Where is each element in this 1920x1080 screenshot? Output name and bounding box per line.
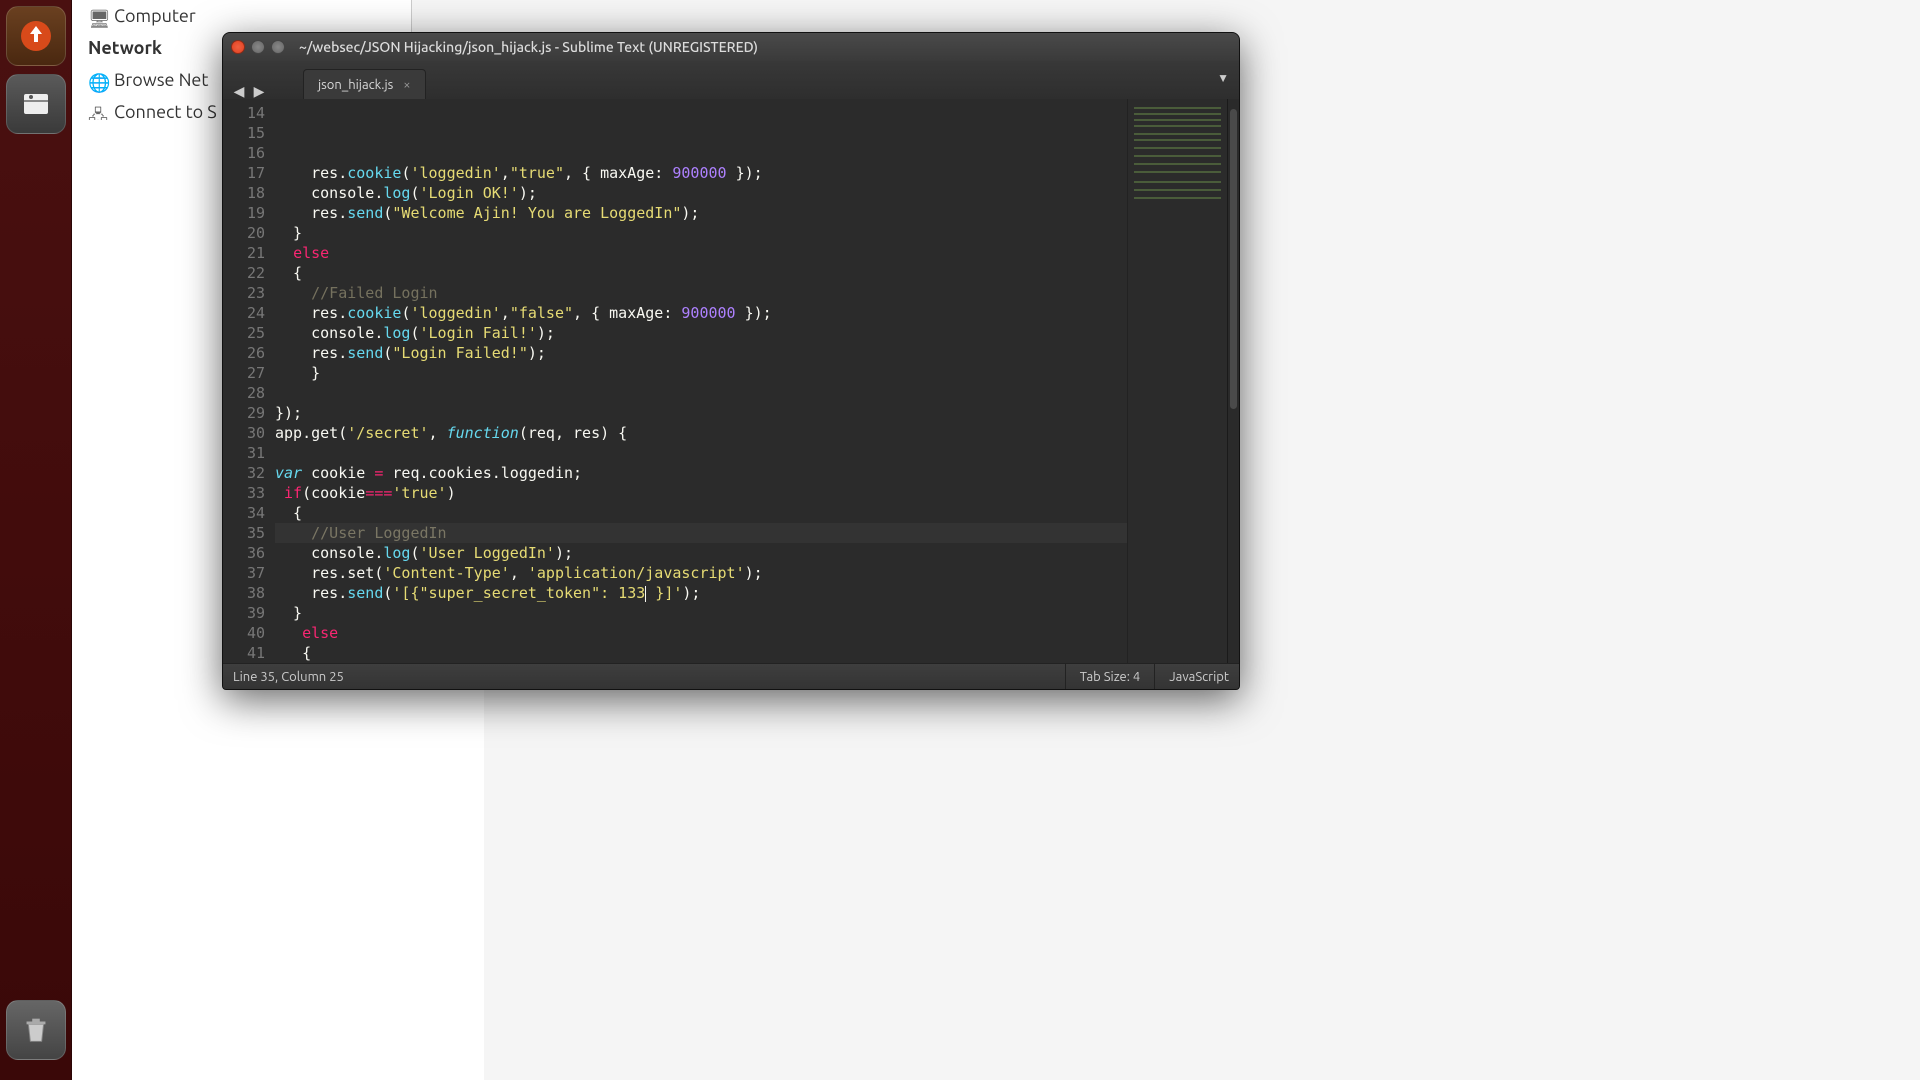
- tab-bar: ◀ ▶ json_hijack.js × ▼: [223, 61, 1239, 99]
- computer-icon: 🖥: [88, 9, 106, 23]
- minimize-icon[interactable]: [251, 40, 265, 54]
- close-icon[interactable]: [231, 40, 245, 54]
- editor-body: 1415161718192021222324252627282930313233…: [223, 99, 1239, 663]
- tab-menu-icon[interactable]: ▼: [1217, 71, 1229, 85]
- fm-label: Connect to S: [114, 102, 217, 122]
- launcher-software-updater-icon[interactable]: [6, 6, 66, 66]
- code-area[interactable]: res.cookie('loggedin',"true", { maxAge: …: [275, 99, 1127, 663]
- status-tabsize[interactable]: Tab Size: 4: [1080, 670, 1141, 684]
- launcher-files-icon[interactable]: [6, 74, 66, 134]
- status-position[interactable]: Line 35, Column 25: [233, 670, 1051, 684]
- vertical-scrollbar[interactable]: [1227, 99, 1239, 663]
- window-title: ~/websec/JSON Hijacking/json_hijack.js -…: [299, 39, 758, 55]
- launcher-trash-icon[interactable]: [6, 1000, 66, 1060]
- server-icon: 🖧: [88, 105, 106, 119]
- fm-label: Browse Net: [114, 70, 208, 90]
- fm-header-label: Network: [88, 38, 162, 58]
- scrollbar-thumb[interactable]: [1230, 109, 1237, 409]
- maximize-icon[interactable]: [271, 40, 285, 54]
- sublime-window: ~/websec/JSON Hijacking/json_hijack.js -…: [222, 32, 1240, 690]
- fm-computer-item[interactable]: 🖥 Computer: [72, 0, 411, 32]
- status-language[interactable]: JavaScript: [1169, 670, 1229, 684]
- line-gutter: 1415161718192021222324252627282930313233…: [223, 99, 275, 663]
- ubuntu-launcher: [0, 0, 72, 1080]
- nav-back-icon[interactable]: ◀: [231, 83, 247, 99]
- status-bar: Line 35, Column 25 Tab Size: 4 JavaScrip…: [223, 663, 1239, 689]
- nav-forward-icon[interactable]: ▶: [251, 83, 267, 99]
- network-icon: 🌐: [88, 73, 106, 87]
- fm-label: Computer: [114, 6, 196, 26]
- tab-json-hijack[interactable]: json_hijack.js ×: [303, 69, 426, 99]
- minimap[interactable]: [1127, 99, 1227, 663]
- window-titlebar[interactable]: ~/websec/JSON Hijacking/json_hijack.js -…: [223, 33, 1239, 61]
- tab-label: json_hijack.js: [318, 78, 393, 92]
- tab-close-icon[interactable]: ×: [403, 78, 410, 92]
